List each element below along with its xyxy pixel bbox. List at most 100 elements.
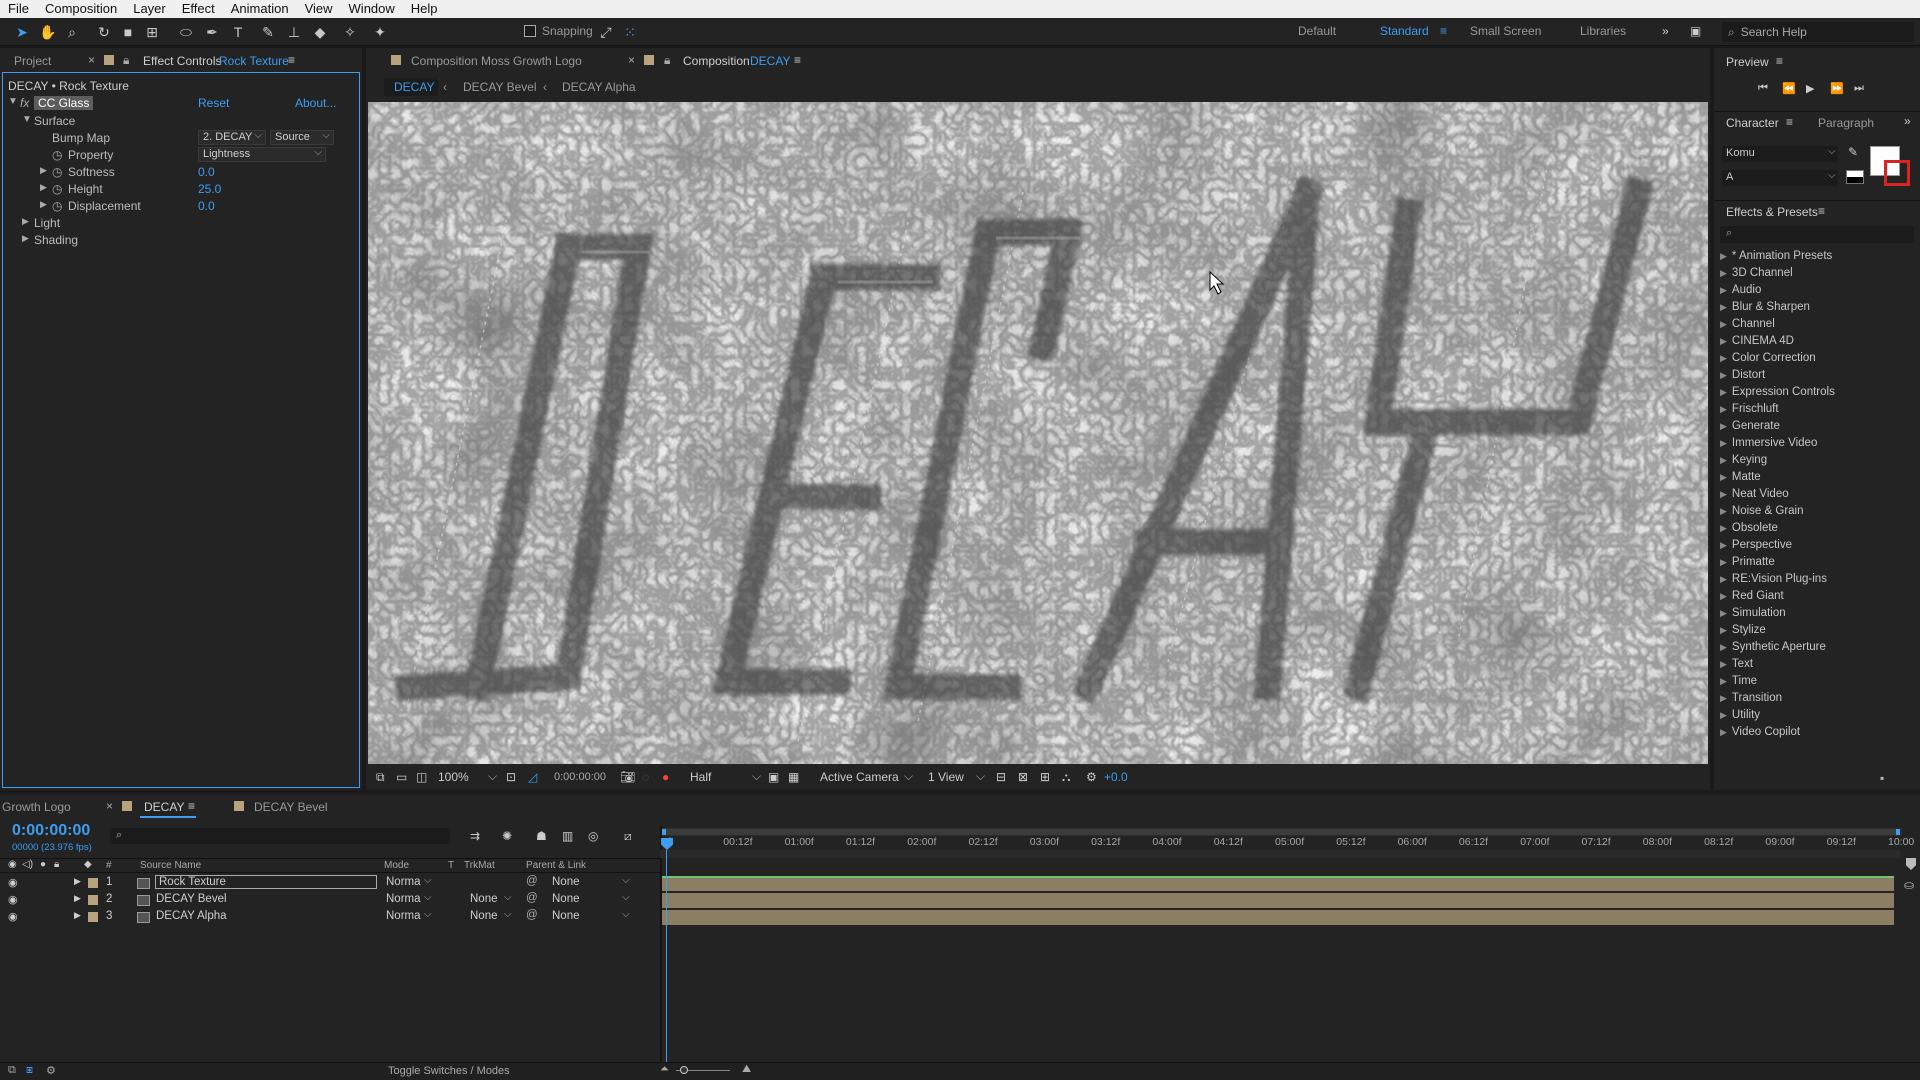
layer-expand-icon[interactable]: ▶: [74, 910, 81, 921]
layer-duration-bar[interactable]: [662, 910, 1894, 925]
effects-category-item[interactable]: ▶ Distort: [1720, 369, 1765, 381]
mode-chevron-icon[interactable]: ⌵: [424, 909, 432, 920]
zoom-dropdown[interactable]: 100%: [438, 770, 469, 784]
workspace-menu-icon[interactable]: ≡: [1440, 24, 1447, 38]
menu-effect[interactable]: Effect: [174, 0, 223, 18]
effects-category-item[interactable]: ▶ Simulation: [1720, 607, 1786, 619]
bump-map-source-dropdown[interactable]: Source: [270, 129, 334, 145]
layer-mode-dropdown[interactable]: Norma: [386, 910, 421, 922]
tab-project[interactable]: Project: [14, 54, 51, 68]
effects-category-item[interactable]: ▶ Text: [1720, 658, 1753, 670]
effects-category-item[interactable]: ▶ Keying: [1720, 454, 1767, 466]
font-family-chevron-icon[interactable]: ⌵: [1828, 146, 1836, 157]
zoom-chevron-icon[interactable]: ⌵: [488, 769, 497, 784]
about-button[interactable]: About...: [295, 96, 336, 110]
close-project-tab-icon[interactable]: ×: [88, 53, 95, 67]
tab-timeline-decay[interactable]: DECAY: [144, 800, 184, 814]
type-tool-icon[interactable]: T: [228, 22, 248, 42]
effects-category-item[interactable]: ▶ Perspective: [1720, 539, 1792, 551]
effects-category-item[interactable]: ▶ Red Giant: [1720, 590, 1784, 602]
play-icon[interactable]: ▶: [1806, 82, 1814, 95]
layer-mode-dropdown[interactable]: Norma: [386, 893, 421, 905]
displacement-stopwatch-icon[interactable]: ◷: [52, 199, 62, 213]
camera-dropdown[interactable]: Active Camera: [820, 770, 899, 784]
mode-chevron-icon[interactable]: ⌵: [424, 892, 432, 903]
camera-chevron-icon[interactable]: ⌵: [904, 769, 913, 784]
black-white-swatch[interactable]: [1846, 170, 1864, 184]
breadcrumb-decay-bevel[interactable]: DECAY Bevel: [463, 80, 537, 94]
layer-source-name[interactable]: DECAY Bevel: [156, 893, 227, 905]
monitor-icon[interactable]: ▭: [396, 770, 407, 784]
column-parent-link[interactable]: Parent & Link: [526, 860, 586, 871]
table-row[interactable]: ◉ ▶ 1 Rock Texture Norma ⌵ @ None ⌵: [0, 875, 660, 892]
render-time-icon[interactable]: ⚙: [46, 1064, 56, 1077]
puppet-tool-icon[interactable]: ✦: [370, 22, 390, 42]
effects-category-item[interactable]: ▶ RE:Vision Plug-ins: [1720, 573, 1827, 585]
eye-visibility-icon[interactable]: ◉: [8, 893, 18, 906]
menu-help[interactable]: Help: [403, 0, 446, 18]
effects-category-item[interactable]: ▶ Stylize: [1720, 624, 1766, 636]
layer-parent-dropdown[interactable]: None: [552, 876, 580, 888]
preview-menu-icon[interactable]: ≡: [1776, 54, 1783, 68]
character-menu-icon[interactable]: ≡: [1786, 115, 1793, 129]
last-frame-icon[interactable]: ⏭: [1854, 82, 1864, 95]
effects-category-item[interactable]: ▶ Synthetic Aperture: [1720, 641, 1826, 653]
views-dropdown[interactable]: 1 View: [928, 770, 964, 784]
draft-3d-icon[interactable]: ✺: [502, 829, 512, 843]
first-frame-icon[interactable]: ⏮: [1758, 82, 1768, 95]
effects-category-item[interactable]: ▶ Generate: [1720, 420, 1780, 432]
font-family-dropdown[interactable]: Komu: [1722, 146, 1838, 162]
displacement-value[interactable]: 0.0: [198, 199, 215, 213]
effects-category-item[interactable]: ▶ Blur & Sharpen: [1720, 301, 1810, 313]
zoom-slider-handle[interactable]: [680, 1066, 688, 1074]
layer-parent-dropdown[interactable]: None: [552, 910, 580, 922]
menu-layer[interactable]: Layer: [125, 0, 174, 18]
exposure-value[interactable]: +0.0: [1104, 770, 1128, 784]
roto-brush-tool-icon[interactable]: ✧: [340, 22, 360, 42]
toggle-pixel-icon[interactable]: ⊟: [996, 770, 1006, 784]
new-bin-icon[interactable]: ▪: [1880, 771, 1884, 785]
pickwhip-icon[interactable]: @: [526, 875, 538, 887]
table-row[interactable]: ◉ ▶ 2 DECAY Bevel Norma ⌵ None ⌵ @ None ⌵: [0, 892, 660, 909]
zoom-tool-icon[interactable]: ⌕: [62, 22, 82, 42]
height-value[interactable]: 25.0: [198, 182, 221, 196]
effects-category-item[interactable]: ▶ Primatte: [1720, 556, 1775, 568]
pan-behind-tool-icon[interactable]: ⊞: [142, 22, 162, 42]
property-dropdown[interactable]: Lightness: [198, 146, 326, 162]
clone-stamp-tool-icon[interactable]: ⊥: [284, 22, 304, 42]
tab-composition-moss-growth-logo[interactable]: Composition Moss Growth Logo: [411, 54, 582, 68]
effect-controls-menu-icon[interactable]: ≡: [288, 53, 295, 67]
tab-timeline-decay-bevel[interactable]: DECAY Bevel: [254, 800, 328, 814]
snapping-checkbox[interactable]: [524, 25, 536, 37]
effect-controls-layer-name[interactable]: Rock Texture: [219, 54, 289, 68]
font-style-dropdown[interactable]: A: [1722, 170, 1838, 186]
brush-tool-icon[interactable]: ✎: [258, 22, 278, 42]
effects-category-item[interactable]: ▶ Expression Controls: [1720, 386, 1835, 398]
layer-mode-dropdown[interactable]: Norma: [386, 876, 421, 888]
effects-category-item[interactable]: ▶ Immersive Video: [1720, 437, 1817, 449]
effects-category-item[interactable]: ▶ Color Correction: [1720, 352, 1816, 364]
transfer-controls-icon[interactable]: ⧆: [26, 1064, 33, 1077]
menu-composition[interactable]: Composition: [37, 0, 125, 18]
shading-expand-icon[interactable]: ▶: [22, 233, 29, 244]
eye-visibility-icon[interactable]: ◉: [8, 910, 18, 923]
playhead-line[interactable]: [666, 850, 667, 1070]
more-panels-icon[interactable]: »: [1904, 114, 1911, 128]
effects-search-input[interactable]: ⌕: [1720, 226, 1914, 243]
effects-category-item[interactable]: ▶ Transition: [1720, 692, 1782, 704]
effects-category-item[interactable]: ▶ 3D Channel: [1720, 267, 1793, 279]
softness-expand-icon[interactable]: ▶: [40, 165, 47, 176]
eraser-tool-icon[interactable]: ◆: [310, 22, 330, 42]
menu-view[interactable]: View: [297, 0, 341, 18]
effects-category-item[interactable]: ▶ CINEMA 4D: [1720, 335, 1794, 347]
bump-map-layer-dropdown[interactable]: 2. DECAY: [198, 129, 266, 145]
height-stopwatch-icon[interactable]: ◷: [52, 182, 62, 196]
ellipse-tool-icon[interactable]: ⬭: [176, 22, 196, 42]
effects-category-item[interactable]: ▶ Frischluft: [1720, 403, 1779, 415]
layer-switches-icon[interactable]: ⧉: [8, 1064, 16, 1077]
shy-layers-icon[interactable]: ☗: [536, 829, 547, 843]
layer-source-name[interactable]: DECAY Alpha: [156, 910, 227, 922]
layer-trkmat-dropdown[interactable]: None: [470, 893, 498, 905]
trkmat-chevron-icon[interactable]: ⌵: [504, 909, 512, 920]
next-frame-icon[interactable]: ⏩: [1830, 82, 1844, 95]
